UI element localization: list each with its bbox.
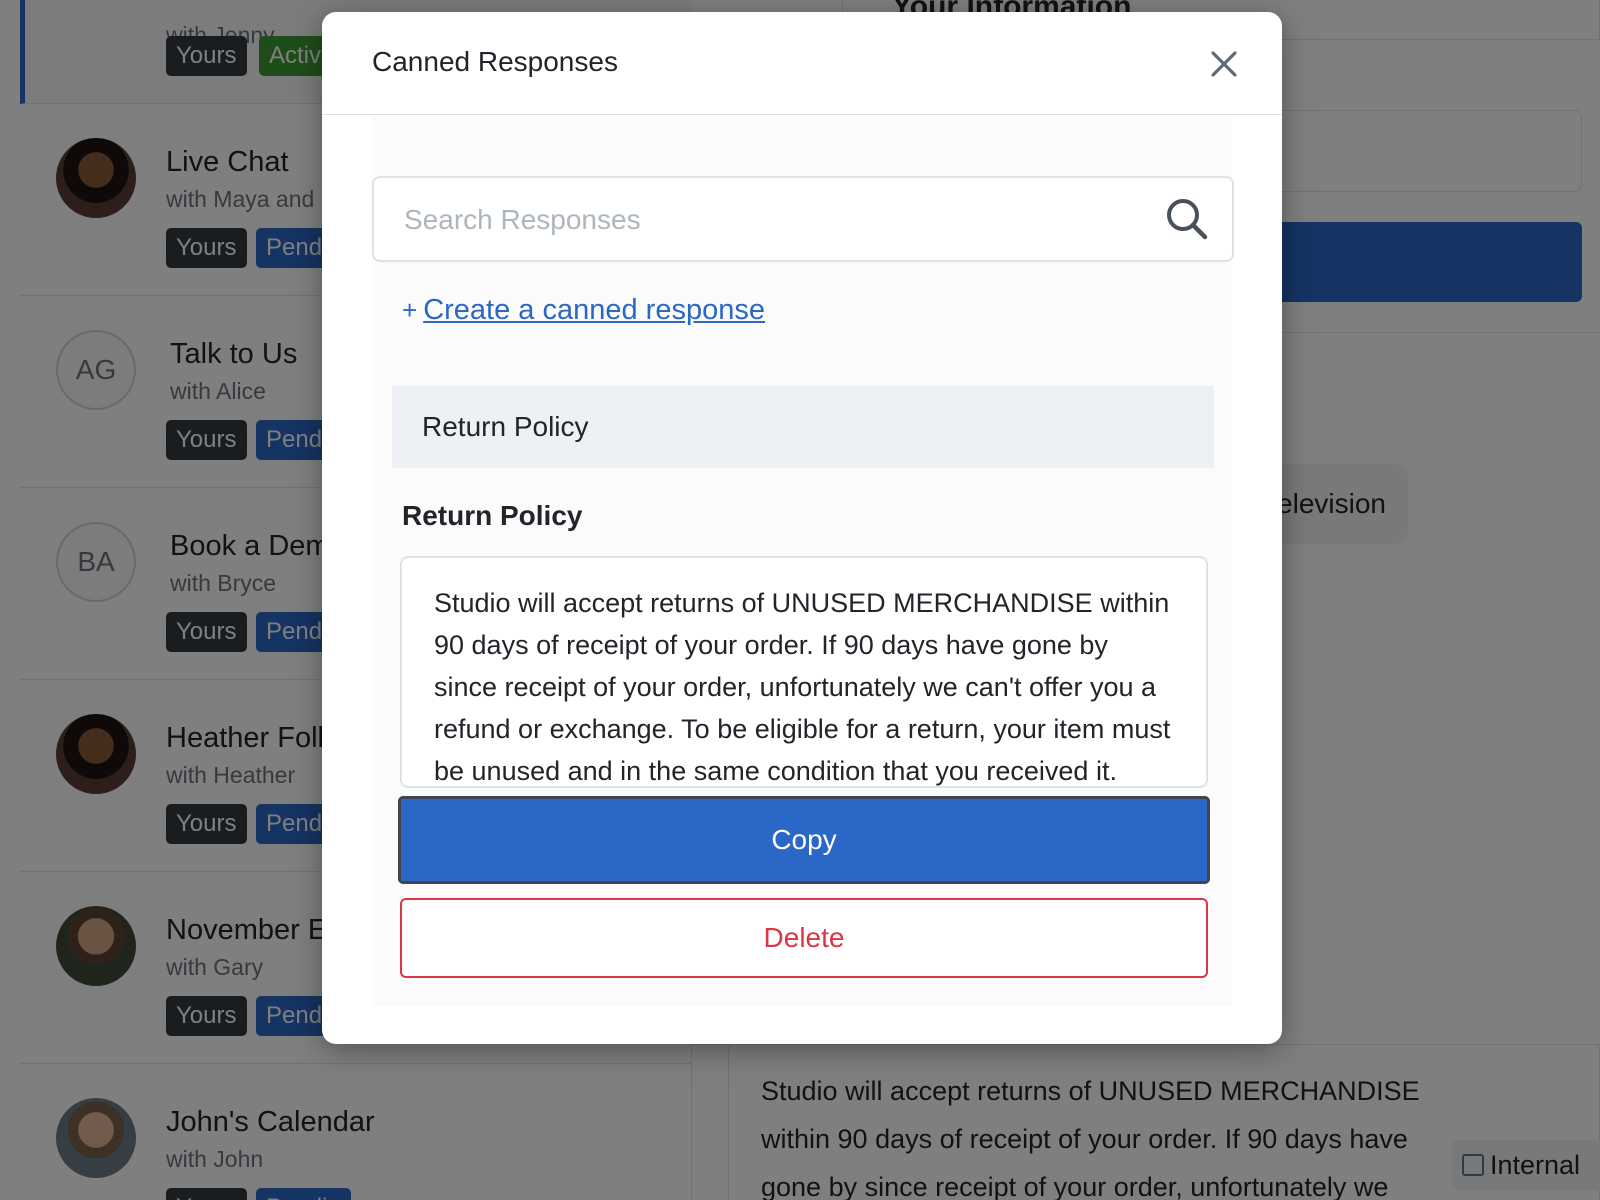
search-input[interactable] <box>404 198 1144 242</box>
create-link-label: Create a canned response <box>423 294 765 326</box>
close-button[interactable] <box>1202 42 1246 86</box>
response-text[interactable]: Studio will accept returns of UNUSED MER… <box>400 556 1208 788</box>
modal-body: + Create a canned response Return Policy… <box>372 116 1234 1006</box>
search-icon[interactable] <box>1164 196 1210 242</box>
delete-button[interactable]: Delete <box>400 898 1208 978</box>
close-icon <box>1211 51 1237 77</box>
search-box <box>372 176 1234 262</box>
plus-icon: + <box>402 295 418 325</box>
modal-title: Canned Responses <box>372 46 618 77</box>
canned-responses-modal: Canned Responses + Create a canned respo… <box>322 12 1282 1044</box>
copy-button[interactable]: Copy <box>398 796 1210 884</box>
selected-response-title: Return Policy <box>402 500 583 531</box>
modal-header: Canned Responses <box>322 12 1282 115</box>
response-list-item[interactable]: Return Policy <box>392 386 1214 468</box>
create-canned-response-link[interactable]: + Create a canned response <box>402 294 765 327</box>
